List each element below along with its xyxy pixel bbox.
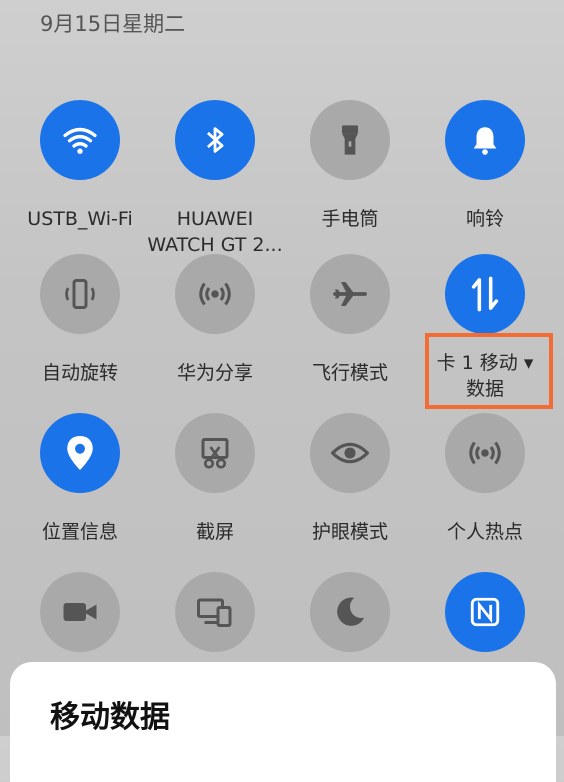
moon-icon bbox=[337, 597, 365, 626]
huawei-share-toggle[interactable] bbox=[175, 254, 255, 334]
nfc-icon bbox=[470, 597, 500, 627]
tile-screenshot[interactable]: 截屏 bbox=[145, 413, 285, 545]
tile-huawei-share[interactable]: 华为分享 bbox=[145, 254, 285, 386]
tile-label: 手电筒 bbox=[321, 208, 379, 230]
tile-bluetooth[interactable]: HUAWEI WATCH GT 2... bbox=[145, 100, 285, 258]
tile-label: 响铃 bbox=[465, 208, 504, 230]
tile-label: 截屏 bbox=[195, 521, 234, 543]
auto-rotate-toggle[interactable] bbox=[40, 254, 120, 334]
tile-label: 飞行模式 bbox=[311, 362, 388, 384]
tile-hotspot[interactable]: 个人热点 bbox=[415, 413, 555, 545]
bluetooth-toggle[interactable] bbox=[175, 100, 255, 180]
ringer-toggle[interactable] bbox=[445, 100, 525, 180]
tile-nfc[interactable] bbox=[415, 572, 555, 652]
dark-mode-toggle[interactable] bbox=[310, 572, 390, 652]
tile-label: 自动旋转 bbox=[41, 362, 118, 384]
location-icon bbox=[67, 436, 93, 470]
wifi-icon bbox=[63, 127, 97, 154]
flashlight-icon bbox=[342, 125, 358, 155]
date-text: 9月15日星期二 bbox=[40, 12, 186, 36]
tile-location[interactable]: 位置信息 bbox=[10, 413, 150, 545]
tile-label: 华为分享 bbox=[176, 362, 253, 384]
tile-multi-device[interactable] bbox=[145, 572, 285, 652]
airplane-toggle[interactable] bbox=[310, 254, 390, 334]
eye-icon bbox=[331, 442, 369, 464]
tile-screen-record[interactable] bbox=[10, 572, 150, 652]
tile-label: 护眼模式 bbox=[311, 521, 388, 543]
tile-dark-mode[interactable] bbox=[280, 572, 420, 652]
video-camera-icon bbox=[63, 603, 97, 621]
nfc-toggle[interactable] bbox=[445, 572, 525, 652]
mobile-data-toggle[interactable] bbox=[445, 254, 525, 334]
sheet-title: 移动数据 bbox=[50, 700, 170, 735]
tile-wifi[interactable]: USTB_Wi-Fi bbox=[10, 100, 150, 232]
tile-auto-rotate[interactable]: 自动旋转 bbox=[10, 254, 150, 386]
tile-airplane[interactable]: 飞行模式 bbox=[280, 254, 420, 386]
tile-flashlight[interactable]: 手电筒 bbox=[280, 100, 420, 232]
huawei-share-icon bbox=[199, 282, 231, 306]
multi-device-toggle[interactable] bbox=[175, 572, 255, 652]
screenshot-icon bbox=[201, 438, 229, 469]
wifi-toggle[interactable] bbox=[40, 100, 120, 180]
eye-comfort-toggle[interactable] bbox=[310, 413, 390, 493]
hotspot-toggle[interactable] bbox=[445, 413, 525, 493]
mobile-data-icon bbox=[471, 276, 499, 312]
tile-label: HUAWEI WATCH GT 2... bbox=[147, 208, 283, 256]
auto-rotate-icon bbox=[65, 279, 95, 309]
screenshot-toggle[interactable] bbox=[175, 413, 255, 493]
tile-label: USTB_Wi-Fi bbox=[27, 208, 133, 230]
multi-device-icon bbox=[197, 598, 232, 627]
airplane-icon bbox=[333, 282, 367, 306]
tile-label: 个人热点 bbox=[446, 521, 523, 543]
highlight-box bbox=[425, 333, 553, 409]
tile-ringer[interactable]: 响铃 bbox=[415, 100, 555, 232]
tile-eye-comfort[interactable]: 护眼模式 bbox=[280, 413, 420, 545]
bluetooth-icon bbox=[206, 127, 224, 153]
screen-record-toggle[interactable] bbox=[40, 572, 120, 652]
location-toggle[interactable] bbox=[40, 413, 120, 493]
flashlight-toggle[interactable] bbox=[310, 100, 390, 180]
tile-label: 位置信息 bbox=[41, 521, 118, 543]
hotspot-icon bbox=[469, 441, 501, 465]
bell-icon bbox=[473, 127, 497, 155]
